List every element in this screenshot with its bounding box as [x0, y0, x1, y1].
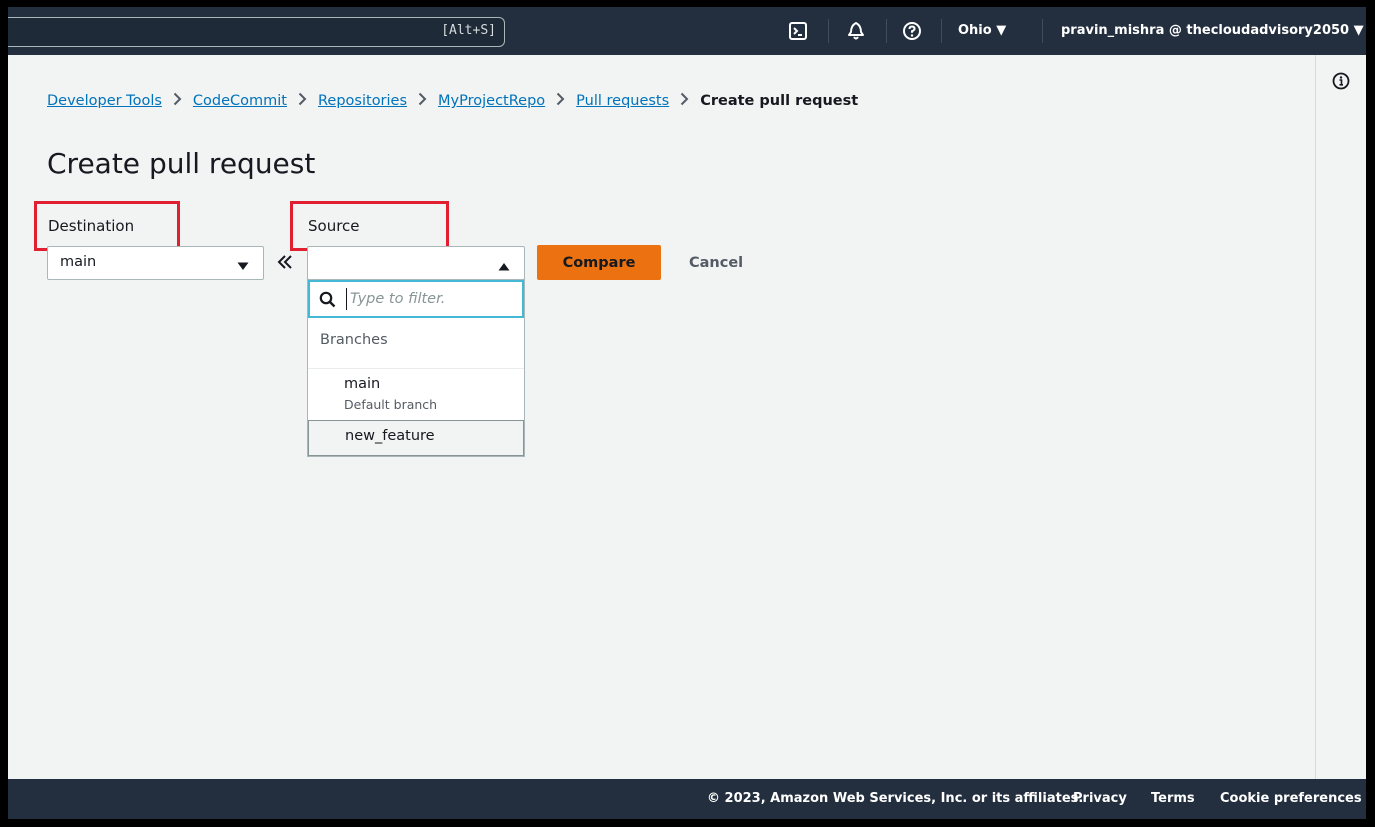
- footer: © 2023, Amazon Web Services, Inc. or its…: [8, 779, 1366, 819]
- breadcrumb-codecommit[interactable]: CodeCommit: [193, 93, 287, 109]
- cloudshell-icon[interactable]: [787, 20, 809, 42]
- page-title: Create pull request: [47, 147, 316, 180]
- branch-filter-input[interactable]: [346, 288, 520, 310]
- chevron-right-icon: [298, 92, 307, 110]
- source-branch-dropdown: Branches main Default branch new_feature: [307, 279, 525, 457]
- search-icon: [319, 291, 336, 312]
- destination-selected-value: main: [60, 254, 97, 270]
- branch-option-main[interactable]: main Default branch: [308, 372, 524, 420]
- caret-up-icon: [498, 259, 510, 275]
- search-shortcut-hint: [Alt+S]: [441, 23, 496, 38]
- chevron-right-icon: [173, 92, 182, 110]
- region-selector[interactable]: Ohio ▼: [958, 23, 1006, 38]
- double-chevron-left-icon: [277, 254, 293, 274]
- footer-copyright: © 2023, Amazon Web Services, Inc. or its…: [707, 791, 1084, 806]
- breadcrumb-developer-tools[interactable]: Developer Tools: [47, 93, 162, 109]
- breadcrumb-myprojectrepo[interactable]: MyProjectRepo: [438, 93, 545, 109]
- chevron-right-icon: [680, 92, 689, 110]
- footer-terms-link[interactable]: Terms: [1151, 791, 1195, 806]
- topbar-divider: [828, 19, 829, 43]
- chevron-right-icon: [556, 92, 565, 110]
- dropdown-divider: [308, 368, 524, 369]
- source-label: Source: [308, 217, 360, 235]
- topbar-divider: [886, 19, 887, 43]
- account-menu[interactable]: pravin_mishra @ thecloudadvisory2050 ▼: [1061, 23, 1364, 38]
- topbar-divider: [1042, 19, 1043, 43]
- bell-icon[interactable]: [845, 20, 867, 42]
- caret-down-icon: [237, 259, 249, 275]
- branches-group-label: Branches: [320, 332, 388, 348]
- breadcrumb: Developer Tools CodeCommit Repositories …: [47, 92, 858, 110]
- search-bar[interactable]: [Alt+S]: [8, 17, 505, 47]
- help-icon[interactable]: [901, 20, 923, 42]
- destination-label: Destination: [48, 217, 135, 235]
- help-panel-rail: [1315, 55, 1366, 779]
- branch-option-new-feature[interactable]: new_feature: [308, 420, 524, 456]
- source-select[interactable]: [307, 246, 525, 280]
- branch-option-description: Default branch: [344, 397, 438, 412]
- footer-privacy-link[interactable]: Privacy: [1073, 791, 1127, 806]
- breadcrumb-current: Create pull request: [700, 93, 859, 109]
- footer-cookie-preferences-link[interactable]: Cookie preferences: [1220, 791, 1362, 806]
- branch-option-label: new_feature: [345, 428, 435, 444]
- cancel-button[interactable]: Cancel: [683, 245, 749, 280]
- branch-filter-field: [308, 280, 524, 318]
- branch-option-label: main: [344, 376, 381, 392]
- info-icon[interactable]: [1332, 72, 1350, 94]
- topbar-divider: [941, 19, 942, 43]
- compare-button[interactable]: Compare: [537, 245, 661, 280]
- breadcrumb-repositories[interactable]: Repositories: [318, 93, 407, 109]
- chevron-right-icon: [418, 92, 427, 110]
- destination-select[interactable]: main: [47, 246, 264, 280]
- top-navigation-bar: [Alt+S] Ohio ▼ pravin_mishra @ theclouda…: [8, 7, 1366, 55]
- breadcrumb-pull-requests[interactable]: Pull requests: [576, 93, 669, 109]
- app-window: [Alt+S] Ohio ▼ pravin_mishra @ theclouda…: [8, 7, 1366, 819]
